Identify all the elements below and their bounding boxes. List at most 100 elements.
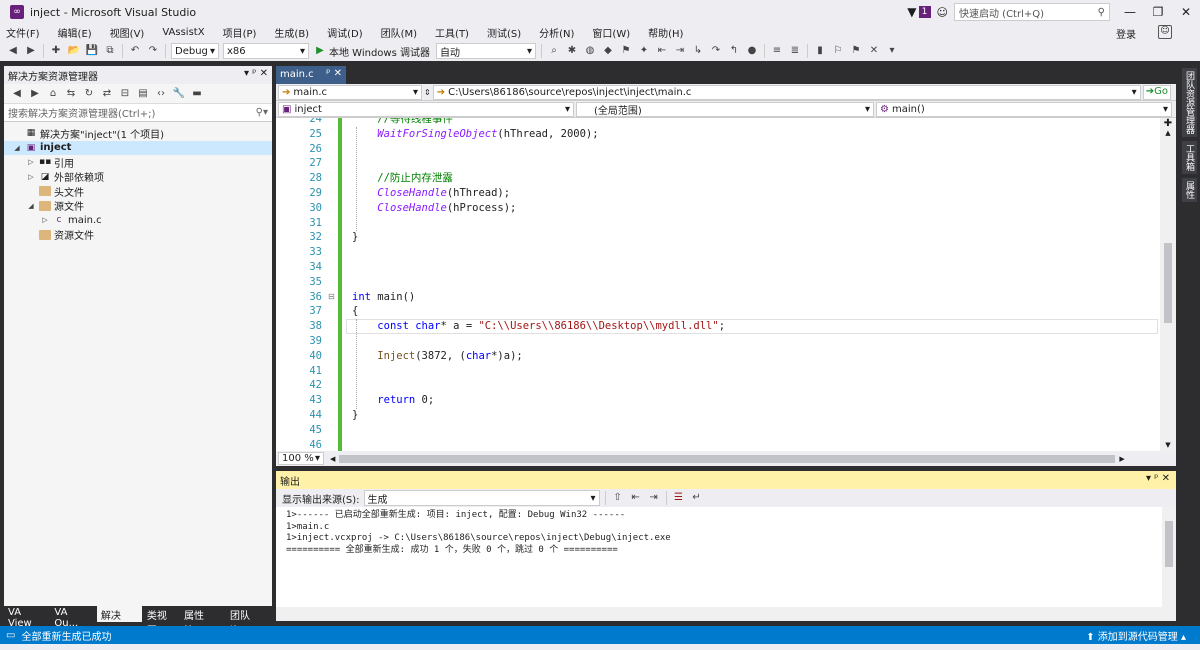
code-line[interactable]: 28 //防止内存泄露: [276, 171, 1160, 186]
platform-select[interactable]: x86 ▾: [223, 43, 309, 59]
tree-item[interactable]: ▷ ◪ 外部依赖项: [4, 170, 272, 185]
code-line[interactable]: 46: [276, 438, 1160, 451]
start-debugging-button[interactable]: 本地 Windows 调试器: [329, 44, 430, 59]
step-out-icon[interactable]: ↰: [727, 44, 741, 58]
side-tab-properties[interactable]: 属性: [1182, 178, 1197, 202]
comment-icon[interactable]: ≡: [770, 44, 784, 58]
tab-va-view[interactable]: VA View: [4, 606, 49, 629]
code-line[interactable]: 34: [276, 260, 1160, 275]
code-line[interactable]: 30 CloseHandle(hProcess);: [276, 201, 1160, 216]
menu-view[interactable]: 视图(V): [110, 25, 145, 40]
collapsed-icon[interactable]: ▷: [26, 158, 36, 166]
output-text-area[interactable]: 1>------ 已启动全部重新生成: 项目: inject, 配置: Debu…: [276, 507, 1176, 621]
va-find-icon[interactable]: ⌕: [547, 44, 561, 58]
back-icon[interactable]: ◀: [6, 44, 20, 58]
open-file-icon[interactable]: 📂: [67, 44, 81, 58]
code-line[interactable]: 27: [276, 156, 1160, 171]
code-line[interactable]: 33: [276, 245, 1160, 260]
tab-va-outline[interactable]: VA Ou...: [50, 606, 95, 629]
redo-icon[interactable]: ↷: [146, 44, 160, 58]
vertical-scrollbar[interactable]: ✚ ▲ ▼: [1160, 118, 1176, 451]
code-view-icon[interactable]: ‹›: [154, 87, 168, 101]
code-line[interactable]: 44}: [276, 408, 1160, 423]
menu-vassistx[interactable]: VAssistX: [162, 27, 204, 38]
tree-item[interactable]: ▷ c main.c: [4, 213, 272, 228]
solution-explorer-search[interactable]: 搜索解决方案资源管理器(Ctrl+;) ⚲▾: [4, 104, 272, 122]
tree-item[interactable]: 资源文件: [4, 228, 272, 242]
sync-icon[interactable]: ⇄: [100, 87, 114, 101]
scroll-thumb[interactable]: [1165, 521, 1173, 567]
code-line[interactable]: 29 CloseHandle(hThread);: [276, 186, 1160, 201]
scroll-left-icon[interactable]: ◀: [330, 455, 335, 463]
show-all-files-icon[interactable]: ▤: [136, 87, 150, 101]
tree-item[interactable]: 头文件: [4, 184, 272, 199]
scroll-up-icon[interactable]: ▲: [1160, 129, 1176, 137]
va-references-icon[interactable]: ⚑: [619, 44, 633, 58]
collapsed-icon[interactable]: ▷: [40, 216, 50, 224]
go-button[interactable]: ➔Go: [1142, 84, 1171, 100]
code-line[interactable]: 43 return 0;: [276, 393, 1160, 408]
panel-options-icon[interactable]: ▾ ᵖ ✕: [244, 68, 268, 79]
pin-close-icon[interactable]: ᵖ ✕: [326, 68, 342, 79]
menu-build[interactable]: 生成(B): [274, 25, 309, 40]
code-line[interactable]: 38 const char* a = "C:\\Users\\86186\\De…: [276, 319, 1160, 334]
run-mode-select[interactable]: 自动 ▾: [436, 43, 536, 59]
code-line[interactable]: 42: [276, 378, 1160, 393]
code-line[interactable]: 24 //等待线程事件: [276, 118, 1160, 127]
project-scope-select[interactable]: ▣ inject ▾: [278, 101, 574, 117]
code-line[interactable]: 39: [276, 334, 1160, 349]
code-line[interactable]: 35: [276, 275, 1160, 290]
global-scope-select[interactable]: (全局范围) ▾: [576, 101, 874, 117]
filter-icon[interactable]: ▼: [907, 5, 916, 19]
va-symbol-icon[interactable]: ◆: [601, 44, 615, 58]
preview-icon[interactable]: ▬: [190, 87, 204, 101]
panel-options-icon[interactable]: ▾ ᵖ ✕: [1146, 473, 1170, 484]
va-refactor-icon[interactable]: ✱: [565, 44, 579, 58]
close-button[interactable]: ✕: [1172, 5, 1200, 19]
tree-item[interactable]: ▷ ▪▪ 引用: [4, 155, 272, 170]
code-line[interactable]: 40 Inject(3872, (char*)a);: [276, 349, 1160, 364]
code-text-area[interactable]: 24 //等待线程事件 25 WaitForSingleObject(hThrea…: [276, 118, 1160, 451]
step-into-icon[interactable]: ↳: [691, 44, 705, 58]
clear-all-icon[interactable]: ☰: [672, 491, 686, 505]
split-icon[interactable]: ✚: [1160, 118, 1176, 129]
tab-solution-explorer[interactable]: 解决方...: [96, 606, 142, 637]
next-message-icon[interactable]: ⇥: [647, 491, 661, 505]
menu-window[interactable]: 窗口(W): [592, 25, 630, 40]
menu-project[interactable]: 项目(P): [223, 25, 257, 40]
menu-tools[interactable]: 工具(T): [435, 25, 469, 40]
notification-badge[interactable]: 1: [918, 6, 931, 18]
forward-icon[interactable]: ▶: [24, 44, 38, 58]
next-bookmark-icon[interactable]: ⚑: [849, 44, 863, 58]
spinner-icon[interactable]: ⇕: [424, 88, 431, 97]
horizontal-scrollbar[interactable]: [339, 454, 1116, 463]
bookmark-icon[interactable]: ▮: [813, 44, 827, 58]
new-project-icon[interactable]: ✚: [49, 44, 63, 58]
collapse-all-icon[interactable]: ⊟: [118, 87, 132, 101]
code-line[interactable]: 37 {: [276, 304, 1160, 319]
output-vertical-scrollbar[interactable]: [1162, 507, 1176, 607]
start-debugging-icon[interactable]: ▶: [313, 44, 327, 58]
output-source-select[interactable]: 生成 ▾: [363, 490, 600, 506]
feedback-icon[interactable]: ☺: [937, 6, 948, 19]
account-icon[interactable]: ☺: [1158, 25, 1172, 39]
tab-class-view[interactable]: 类视图: [143, 606, 179, 637]
add-to-source-control-button[interactable]: ⬆ 添加到源代码管理 ▴: [1086, 628, 1186, 643]
va-open-file-icon[interactable]: ◍: [583, 44, 597, 58]
scroll-right-icon[interactable]: ▶: [1119, 455, 1124, 463]
forward-icon[interactable]: ▶: [28, 87, 42, 101]
tab-team-explorer[interactable]: 团队资...: [226, 606, 271, 637]
zoom-select[interactable]: 100 % ▾: [278, 452, 324, 465]
tab-main-c[interactable]: main.c ᵖ ✕: [276, 66, 346, 84]
bookmark-next-icon[interactable]: ⇥: [673, 44, 687, 58]
prev-message-icon[interactable]: ⇤: [629, 491, 643, 505]
menu-help[interactable]: 帮助(H): [648, 25, 683, 40]
side-tab-team-explorer[interactable]: 团队资源管理器: [1182, 68, 1197, 137]
code-line[interactable]: 32}: [276, 230, 1160, 245]
code-line[interactable]: 41: [276, 364, 1160, 379]
home-icon[interactable]: ⌂: [46, 87, 60, 101]
menu-file[interactable]: 文件(F): [6, 25, 40, 40]
bookmark-prev-icon[interactable]: ⇤: [655, 44, 669, 58]
login-link[interactable]: 登录: [1116, 26, 1136, 41]
scroll-thumb[interactable]: [1164, 243, 1172, 323]
